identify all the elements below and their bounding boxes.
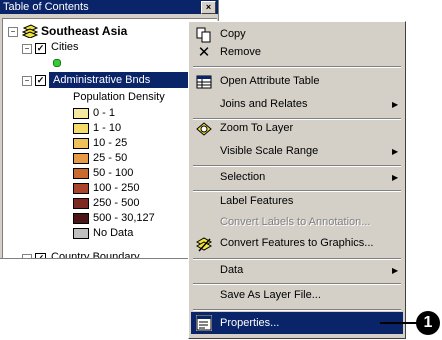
step-callout-badge: 1 bbox=[416, 311, 440, 335]
menu-item-zoom-to-layer[interactable]: Zoom To Layer bbox=[191, 117, 403, 140]
layer-label-administrative-bnds[interactable]: Administrative Bnds bbox=[53, 73, 150, 87]
toc-title: Table of Contents bbox=[3, 1, 89, 13]
legend-swatch[interactable] bbox=[73, 228, 89, 239]
menu-item-properties[interactable]: Properties... bbox=[191, 312, 403, 334]
callout-leader-line bbox=[380, 322, 420, 324]
menu-item-joins-and-relates[interactable]: Joins and Relates ▶ bbox=[191, 93, 403, 116]
legend-label: 25 - 50 bbox=[93, 152, 128, 164]
menu-item-label-features[interactable]: Label Features bbox=[191, 190, 403, 213]
toc-title-bar[interactable]: Table of Contents × bbox=[0, 0, 218, 14]
menu-item-remove[interactable]: ✕ Remove bbox=[191, 41, 403, 64]
legend-label: 50 - 100 bbox=[93, 167, 134, 179]
legend-label: 1 - 10 bbox=[93, 122, 122, 134]
menu-separator bbox=[193, 66, 401, 68]
submenu-arrow-icon: ▶ bbox=[392, 147, 399, 156]
legend-label: 10 - 25 bbox=[93, 137, 128, 149]
menu-item-selection[interactable]: Selection ▶ bbox=[191, 166, 403, 189]
remove-icon: ✕ bbox=[197, 44, 211, 61]
table-icon bbox=[196, 75, 212, 89]
collapse-icon[interactable]: − bbox=[22, 44, 32, 54]
layer-label-cities[interactable]: Cities bbox=[51, 40, 79, 54]
close-icon[interactable]: × bbox=[201, 1, 216, 14]
layer-label-country-boundary[interactable]: Country Boundary bbox=[51, 250, 140, 258]
layer-checkbox-country[interactable]: ✓ bbox=[35, 253, 46, 258]
legend-label: 100 - 250 bbox=[93, 182, 140, 194]
menu-item-save-as-layer-file[interactable]: Save As Layer File... bbox=[191, 284, 403, 307]
submenu-arrow-icon: ▶ bbox=[392, 100, 399, 109]
menu-item-convert-features-to-graphics[interactable]: Convert Features to Graphics... bbox=[191, 232, 403, 255]
toc-tree: − Southeast Asia − ✓ Cities − ✓ Administ… bbox=[2, 18, 217, 258]
legend-swatch[interactable] bbox=[73, 108, 89, 119]
collapse-icon[interactable]: − bbox=[22, 76, 32, 86]
layer-checkbox-cities[interactable]: ✓ bbox=[35, 43, 46, 54]
collapse-icon[interactable]: − bbox=[8, 27, 18, 37]
zoom-to-layer-icon bbox=[196, 122, 212, 136]
properties-icon bbox=[196, 315, 212, 331]
convert-graphics-icon bbox=[196, 237, 212, 252]
menu-item-visible-scale-range[interactable]: Visible Scale Range ▶ bbox=[191, 140, 403, 163]
menu-item-open-attribute-table[interactable]: Open Attribute Table bbox=[191, 70, 403, 93]
legend-swatch[interactable] bbox=[73, 123, 89, 134]
menu-item-data[interactable]: Data ▶ bbox=[191, 259, 403, 282]
city-point-symbol bbox=[53, 59, 61, 67]
collapse-icon[interactable]: − bbox=[22, 254, 32, 258]
layer-checkbox-admin[interactable]: ✓ bbox=[35, 75, 46, 86]
legend-label: 500 - 30,127 bbox=[93, 212, 155, 224]
table-of-contents-window: Table of Contents × − Southeast Asia − ✓… bbox=[0, 0, 219, 259]
legend-label: 0 - 1 bbox=[93, 107, 116, 119]
menu-separator bbox=[193, 309, 401, 311]
legend-label: 250 - 500 bbox=[93, 197, 140, 209]
layer-context-menu: Copy ✕ Remove Open Attribute Table Joins… bbox=[188, 21, 406, 339]
legend-swatch[interactable] bbox=[73, 198, 89, 209]
legend-swatch[interactable] bbox=[73, 183, 89, 194]
legend-swatch[interactable] bbox=[73, 213, 89, 224]
layers-icon bbox=[22, 24, 38, 38]
submenu-arrow-icon: ▶ bbox=[392, 266, 399, 275]
data-frame-label[interactable]: Southeast Asia bbox=[41, 24, 127, 38]
menu-item-convert-labels-to-annotation: Convert Labels to Annotation... bbox=[220, 216, 371, 228]
legend-swatch[interactable] bbox=[73, 168, 89, 179]
submenu-arrow-icon: ▶ bbox=[392, 173, 399, 182]
legend-swatch[interactable] bbox=[73, 153, 89, 164]
legend-label: No Data bbox=[93, 227, 134, 239]
legend-heading: Population Density bbox=[73, 91, 165, 103]
legend-swatch[interactable] bbox=[73, 138, 89, 149]
